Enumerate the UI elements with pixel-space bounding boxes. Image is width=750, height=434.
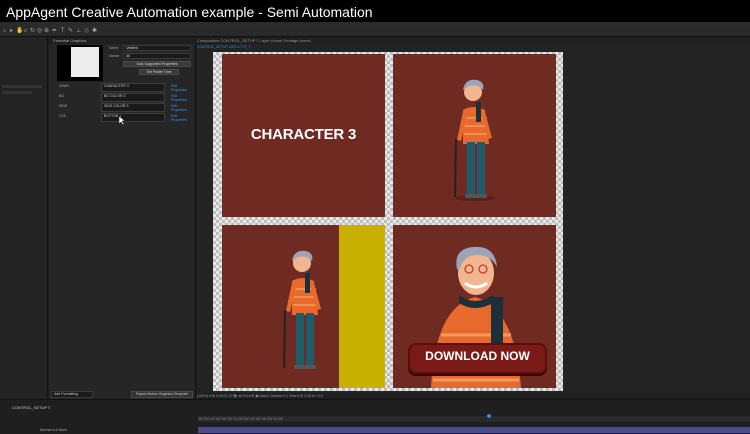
edit-properties-link[interactable]: Edit Properties <box>171 94 193 102</box>
mouse-cursor-icon <box>119 116 126 126</box>
panel-character-illustration <box>393 54 556 217</box>
panel-cta: DOWNLOAD NOW <box>393 225 556 388</box>
composition-tabs[interactable]: Composition CONTROL_SETUP ≡ Layer (none)… <box>197 37 750 44</box>
brush-tool-icon[interactable]: ✎ <box>68 28 73 35</box>
selection-tool-icon[interactable]: ▸ <box>9 28 14 35</box>
master-select[interactable]: All <box>123 53 191 59</box>
property-dropdown[interactable]: SIDE COLOR 3 <box>101 103 165 112</box>
add-formatting-select[interactable]: Add Formatting <box>51 391 93 398</box>
set-poster-time-button[interactable]: Set Poster Time <box>139 69 179 75</box>
rotate-tool-icon[interactable]: ↻ <box>30 28 35 35</box>
composition-panel: Composition CONTROL_SETUP ≡ Layer (none)… <box>197 37 750 399</box>
edit-properties-link[interactable]: Edit Properties <box>171 84 193 92</box>
name-field[interactable]: Untitled <box>123 45 191 51</box>
essential-graphics-tab[interactable]: Essential Graphics <box>49 37 196 44</box>
poster-frame <box>71 47 99 77</box>
tools-toolbar: ⌂ ▸ ✋ ⌕ ↻ ◎ ⊕ ✒ T ✎ ⊥ ◇ ✱ <box>0 28 750 37</box>
project-row[interactable] <box>2 91 32 94</box>
panel-side-color <box>222 225 385 388</box>
property-row-char: CHAR CHARACTER 3 Edit Properties <box>55 83 193 92</box>
panel-character-text: CHARACTER 3 <box>222 54 385 217</box>
stamp-tool-icon[interactable]: ⊥ <box>76 28 81 35</box>
home-icon[interactable]: ⌂ <box>2 28 7 35</box>
property-name: CHAR <box>59 84 69 88</box>
composition-breadcrumb[interactable]: CONTROL_SETUP ◂ BG ◂ TXT_1 <box>197 44 750 50</box>
property-dropdown[interactable]: BUTTON 1 <box>101 113 165 122</box>
pen-tool-icon[interactable]: ✒ <box>52 28 57 35</box>
poster-thumbnail <box>57 45 103 81</box>
composition-canvas[interactable]: CHARACTER 3 DOWNLOAD NOW <box>213 52 563 391</box>
download-now-button[interactable]: DOWNLOAD NOW <box>408 343 547 374</box>
property-dropdown[interactable]: CHARACTER 3 <box>101 83 165 92</box>
zoom-tool-icon[interactable]: ⌕ <box>23 28 28 35</box>
time-ruler[interactable]: 00f 05f 10f 15f 20f 25f 01:00f 05f 10f 1… <box>198 416 750 422</box>
property-name: BG <box>59 94 65 98</box>
puppet-tool-icon[interactable]: ✱ <box>92 28 97 35</box>
edit-properties-link[interactable]: Edit Properties <box>171 114 193 122</box>
edit-properties-link[interactable]: Edit Properties <box>171 104 193 112</box>
essential-graphics-panel: Essential Graphics Name Untitled Master … <box>49 37 196 399</box>
camera-tool-icon[interactable]: ◎ <box>37 28 42 35</box>
property-row-side: SIDE SIDE COLOR 3 Edit Properties <box>55 103 193 112</box>
project-panel <box>0 37 48 399</box>
video-title: AppAgent Creative Automation example - S… <box>0 0 750 24</box>
playhead-icon[interactable] <box>487 414 491 418</box>
property-row-bg: BG BG COLOR 3 Edit Properties <box>55 93 193 102</box>
timeline-panel: CONTROL_SETUP ≡ 00f 05f 10f 15f 20f 25f … <box>0 399 750 434</box>
property-name: SIDE <box>59 104 68 108</box>
character-text: CHARACTER 3 <box>250 126 357 143</box>
property-dropdown[interactable]: BG COLOR 3 <box>101 93 165 102</box>
old-man-character-illustration <box>283 250 321 369</box>
layer-duration-bar[interactable] <box>198 427 750 433</box>
name-label: Name <box>109 46 119 50</box>
project-row[interactable] <box>2 85 42 88</box>
eraser-tool-icon[interactable]: ◇ <box>84 28 89 35</box>
timeline-tab[interactable]: CONTROL_SETUP ≡ <box>12 404 72 412</box>
old-man-character-illustration <box>454 79 495 201</box>
master-label: Master <box>109 54 120 58</box>
layer-row[interactable]: Normal ▾ ⊘ None <box>40 427 190 433</box>
hand-tool-icon[interactable]: ✋ <box>16 28 23 35</box>
pan-tool-icon[interactable]: ⊕ <box>44 28 49 35</box>
property-name: CTA <box>59 114 66 118</box>
solo-supported-properties-button[interactable]: Solo Supported Properties <box>123 61 191 67</box>
export-mogrt-button[interactable]: Export Motion Graphics Template <box>131 391 193 398</box>
text-tool-icon[interactable]: T <box>60 28 65 35</box>
